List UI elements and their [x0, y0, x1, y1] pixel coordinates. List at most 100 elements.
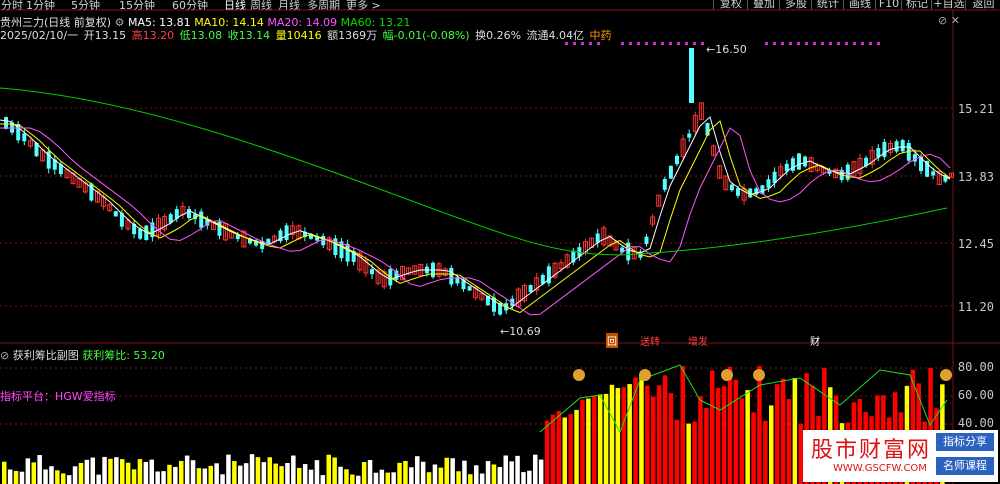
signal-dot — [853, 42, 856, 45]
volume-bar — [491, 464, 497, 484]
volume-bar — [302, 464, 308, 484]
candle-body — [449, 267, 454, 285]
candle-body — [845, 164, 850, 180]
quote-open: 开13.15 — [83, 29, 127, 42]
volume-bar — [66, 475, 72, 484]
sub-panel-toggle-icon[interactable]: ⊘ — [0, 349, 9, 362]
volume-bar — [769, 405, 774, 484]
volume-bar — [780, 378, 786, 484]
signal-dot — [653, 42, 656, 45]
candle-body — [900, 140, 905, 152]
volume-bar — [592, 395, 597, 484]
volume-bar — [668, 393, 674, 484]
event-marker[interactable]: 回 — [606, 333, 618, 348]
volume-bar — [662, 375, 668, 484]
event-marker[interactable]: 增发 — [688, 333, 708, 348]
volume-bar — [214, 463, 219, 484]
quote-amount: 额1369万 — [327, 29, 378, 42]
money-bag-icon — [639, 369, 651, 381]
volume-bar — [84, 459, 90, 484]
volume-bar — [137, 459, 143, 484]
sub-panel-indicator: 获利筹比: 53.20 — [82, 349, 165, 362]
volume-bar — [78, 462, 84, 484]
volume-bar — [108, 458, 113, 484]
volume-bar — [326, 454, 331, 484]
signal-dot — [773, 42, 776, 45]
volume-bar — [621, 387, 626, 484]
volume-bar — [49, 466, 54, 484]
volume-bar — [320, 475, 326, 484]
volume-bar — [586, 398, 591, 484]
volume-bar — [710, 370, 715, 484]
volume-bar — [450, 458, 455, 484]
candle-body — [766, 179, 771, 188]
indicator-share-button[interactable]: 指标分享 — [936, 433, 994, 451]
volume-bar — [698, 396, 703, 484]
volume-bar — [550, 414, 556, 484]
volume-bar — [674, 419, 680, 484]
teacher-course-button[interactable]: 名师课程 — [936, 457, 994, 475]
signal-dot — [645, 42, 648, 45]
candle-body — [4, 117, 8, 129]
volume-bar — [574, 409, 579, 484]
price-axis-label: 13.83 — [957, 170, 994, 184]
candle-body — [736, 188, 740, 196]
ma10-line — [0, 120, 951, 314]
candle-body — [662, 178, 667, 190]
volume-bar — [715, 387, 721, 484]
price-axis-label: 11.20 — [957, 300, 994, 314]
signal-dot — [877, 42, 880, 45]
high-price-annotation: ←16.50 — [706, 43, 747, 56]
signal-dot — [829, 42, 832, 45]
event-marker[interactable]: 送转 — [640, 333, 660, 348]
volume-bar — [786, 399, 792, 484]
volume-bar — [468, 474, 473, 484]
low-price-annotation: ←10.69 — [500, 325, 541, 338]
candle-body — [790, 158, 795, 171]
candle-body — [22, 133, 27, 142]
volume-bar — [479, 473, 485, 484]
volume-bar — [297, 467, 302, 484]
volume-bar — [751, 412, 756, 484]
signal-dot — [821, 42, 824, 45]
watermark-name: 股市财富网 — [811, 438, 932, 463]
volume-bar — [568, 414, 573, 484]
volume-bar — [456, 471, 461, 484]
volume-bar — [249, 454, 255, 484]
candle-body — [467, 286, 472, 291]
signal-dot — [629, 42, 632, 45]
panel-close-icon[interactable]: ⊘ ✕ — [938, 14, 960, 27]
volume-bar — [190, 460, 196, 484]
volume-bar — [196, 468, 202, 484]
candle-body — [687, 133, 692, 138]
money-bag-icon — [721, 369, 733, 381]
candle-body — [689, 48, 694, 103]
volume-bar — [55, 470, 60, 484]
volume-bar — [37, 455, 42, 484]
candle-body — [668, 165, 673, 179]
signal-dot — [845, 42, 848, 45]
signal-dot — [669, 42, 672, 45]
volume-bar — [727, 366, 733, 484]
volume-bar — [285, 462, 290, 484]
signal-dot — [661, 42, 664, 45]
signal-dot — [861, 42, 864, 45]
volume-bar — [733, 379, 739, 484]
candle-body — [644, 236, 649, 245]
volume-bar — [544, 420, 550, 484]
watermark-url: WWW.GSCFW.COM — [833, 463, 927, 474]
volume-bar — [485, 461, 491, 484]
volume-bar — [645, 385, 650, 484]
volume-bar — [31, 462, 36, 484]
volume-bar — [356, 475, 361, 484]
candle-body — [528, 285, 533, 293]
candle-body — [284, 225, 289, 240]
event-marker[interactable]: 财 — [810, 333, 820, 348]
volume-bar — [361, 462, 367, 484]
quote-turnover: 换0.26% — [475, 29, 522, 42]
sub-axis-label: 80.00 — [957, 360, 994, 374]
candle-body — [894, 141, 899, 152]
quote-industry: 中药 — [589, 29, 612, 42]
volume-bar — [131, 469, 137, 484]
volume-bar — [161, 471, 166, 484]
